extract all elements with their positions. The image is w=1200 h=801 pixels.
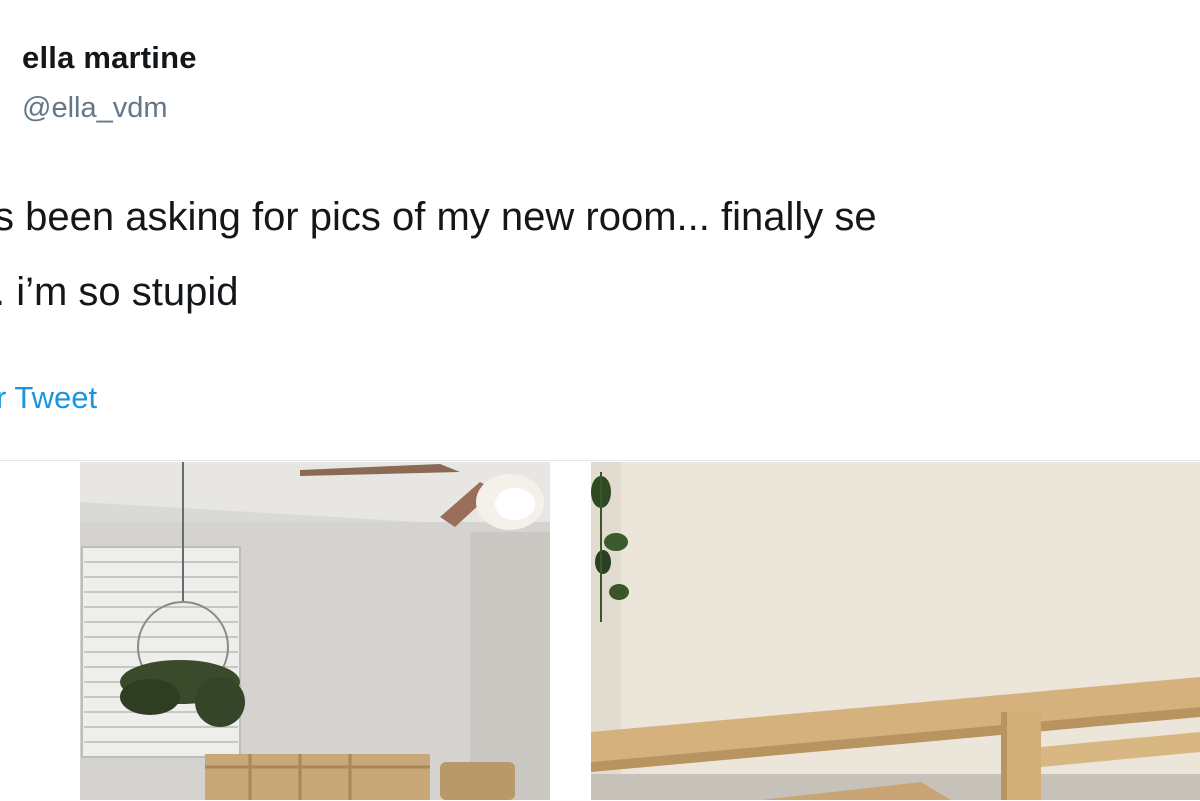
room-photo-2-image bbox=[591, 462, 1200, 800]
author-name[interactable]: ella martine bbox=[22, 40, 197, 76]
room-photo-2[interactable] bbox=[591, 462, 1200, 800]
room-photo-1-image bbox=[0, 462, 588, 800]
tweet-text-line-2: . i’m so stupid bbox=[0, 270, 239, 314]
author-handle[interactable]: @ella_vdm bbox=[22, 92, 168, 125]
room-photo-1[interactable] bbox=[0, 462, 588, 800]
translate-tweet-link[interactable]: r Tweet bbox=[0, 380, 97, 416]
tweet-text-line-1: s been asking for pics of my new room...… bbox=[0, 195, 877, 239]
